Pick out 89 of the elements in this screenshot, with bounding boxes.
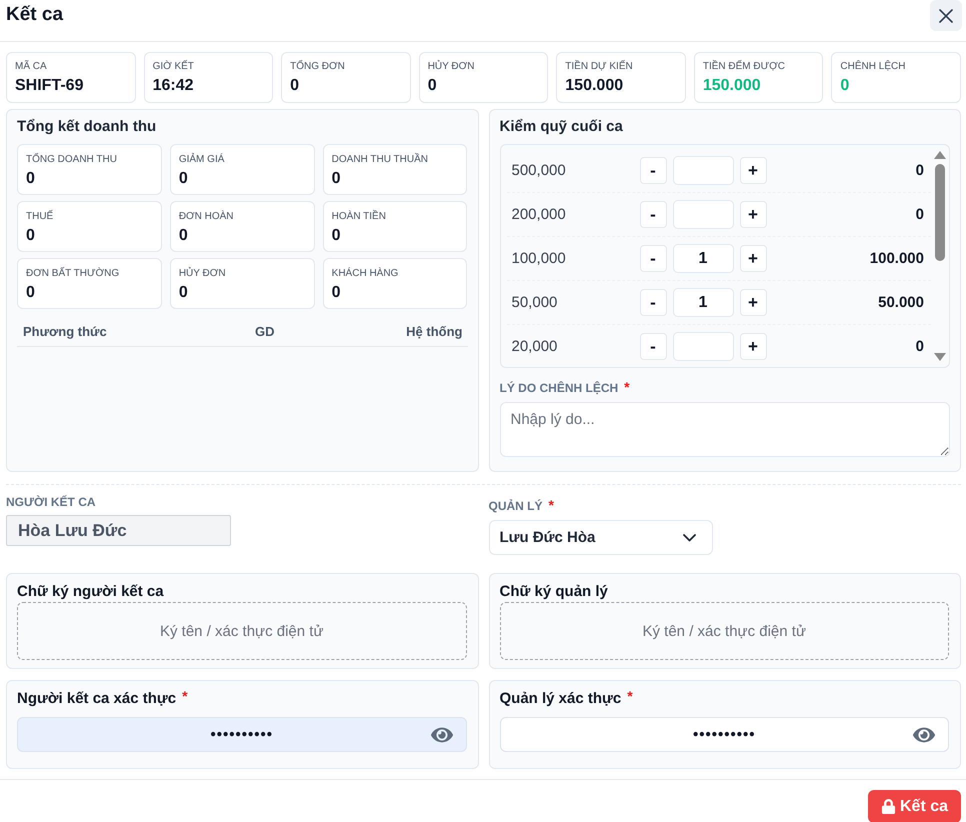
reason-textarea[interactable]: Nhập lý do... [500, 402, 950, 457]
stat-value: 0 [26, 169, 35, 189]
column-header: Phương thức [23, 324, 107, 339]
panel-title: Kiểm quỹ cuối ca [500, 117, 623, 137]
signature-pad[interactable]: Ký tên / xác thực điện tử [500, 602, 949, 660]
close-icon [939, 8, 953, 22]
manager-select[interactable]: Lưu Đức Hòa [488, 520, 712, 555]
summary-value: 150.000 [702, 76, 761, 96]
summary-label: TIỀN ĐẾM ĐƯỢC [702, 60, 785, 73]
summary-label: MÃ CA [15, 60, 47, 73]
summary-value: SHIFT-69 [15, 76, 84, 96]
stat-value: 0 [178, 169, 188, 189]
card-title: Chữ ký người kết ca [17, 582, 164, 602]
denomination-amount: 50.000 [877, 294, 925, 311]
card-title: Người kết ca xác thực [17, 689, 176, 709]
required-asterisk: * [548, 498, 554, 512]
signature-pad[interactable]: Ký tên / xác thực điện tử [17, 602, 466, 660]
stat-value: 0 [26, 283, 35, 303]
denomination-label: 200,000 [510, 206, 567, 223]
close-button[interactable] [930, 0, 962, 31]
decrement-button[interactable]: - [640, 201, 666, 228]
summary-label: CHÊNH LỆCH [840, 60, 906, 73]
summary-label: HỦY ĐƠN [428, 60, 474, 73]
denomination-label: 50,000 [510, 294, 558, 311]
quantity-field[interactable] [672, 332, 734, 361]
summary-value: 0 [840, 76, 850, 96]
increment-button[interactable]: + [740, 157, 766, 184]
denomination-amount: 0 [914, 338, 925, 355]
column-header: GD [254, 324, 274, 339]
stat-label: ĐƠN BẤT THƯỜNG [26, 267, 120, 280]
lock-icon [880, 799, 896, 814]
decrement-button[interactable]: - [640, 245, 666, 272]
required-asterisk: * [624, 380, 630, 394]
decrement-button[interactable]: - [640, 157, 666, 184]
increment-button[interactable]: + [740, 333, 766, 360]
password-field[interactable]: •••••••••• [500, 717, 949, 752]
quantity-field[interactable]: 1 [672, 244, 734, 273]
required-asterisk: * [182, 689, 188, 703]
increment-button[interactable]: + [740, 289, 766, 316]
card-title: Chữ ký quản lý [500, 582, 608, 602]
column-header: Hệ thống [406, 324, 462, 339]
stat-label: ĐƠN HOÀN [178, 210, 234, 223]
summary-label: TỔNG ĐƠN [290, 60, 345, 73]
increment-button[interactable]: + [740, 201, 766, 228]
cashier-name-field[interactable]: Hòa Lưu Đức [6, 515, 231, 546]
stat-label: HOÀN TIỀN [332, 210, 386, 223]
scroll-down-arrow-icon[interactable] [934, 353, 946, 361]
panel-title: Tổng kết doanh thu [17, 117, 156, 137]
field-label: QUẢN LÝ [488, 498, 542, 514]
summary-label: GIỜ KẾT [152, 60, 194, 73]
field-label: LÝ DO CHÊNH LỆCH [500, 380, 618, 396]
denomination-label: 100,000 [510, 250, 567, 267]
quantity-field[interactable] [672, 200, 734, 229]
scroll-up-arrow-icon[interactable] [934, 151, 946, 159]
stat-label: GIẢM GIÁ [178, 153, 224, 166]
stat-label: DOANH THU THUẦN [332, 153, 428, 166]
required-asterisk: * [627, 689, 633, 703]
summary-value: 0 [428, 76, 437, 96]
card-title: Quản lý xác thực [500, 689, 622, 709]
quantity-field[interactable]: 1 [672, 288, 734, 317]
stat-value: 0 [332, 226, 341, 246]
stat-value: 0 [178, 226, 188, 246]
chevron-down-icon [682, 534, 696, 542]
stat-value: 0 [332, 283, 341, 303]
stat-value: 0 [332, 169, 341, 189]
decrement-button[interactable]: - [640, 289, 666, 316]
increment-button[interactable]: + [740, 245, 766, 272]
denomination-label: 20,000 [510, 338, 558, 355]
dialog-title: Kết ca [6, 4, 64, 26]
summary-value: 16:42 [152, 76, 194, 96]
denomination-label: 500,000 [510, 162, 567, 179]
end-shift-button[interactable]: Kết ca [868, 790, 961, 822]
decrement-button[interactable]: - [640, 333, 666, 360]
stat-label: TỔNG DOANH THU [26, 153, 117, 166]
stat-label: HỦY ĐƠN [178, 267, 226, 280]
stat-value: 0 [178, 283, 188, 303]
denomination-amount: 0 [914, 162, 925, 179]
password-field[interactable]: •••••••••• [17, 717, 466, 752]
summary-label: TIỀN DỰ KIẾN [565, 60, 633, 73]
quantity-field[interactable] [672, 156, 734, 185]
summary-value: 0 [290, 76, 300, 96]
summary-value: 150.000 [565, 76, 624, 96]
stat-label: KHÁCH HÀNG [332, 267, 398, 280]
stat-label: THUẾ [26, 210, 54, 223]
denomination-amount: 0 [914, 206, 925, 223]
field-label: NGƯỜI KẾT CA [6, 494, 96, 510]
scrollbar-thumb[interactable] [935, 164, 945, 261]
stat-value: 0 [26, 226, 35, 246]
denomination-amount: 100.000 [868, 250, 925, 267]
